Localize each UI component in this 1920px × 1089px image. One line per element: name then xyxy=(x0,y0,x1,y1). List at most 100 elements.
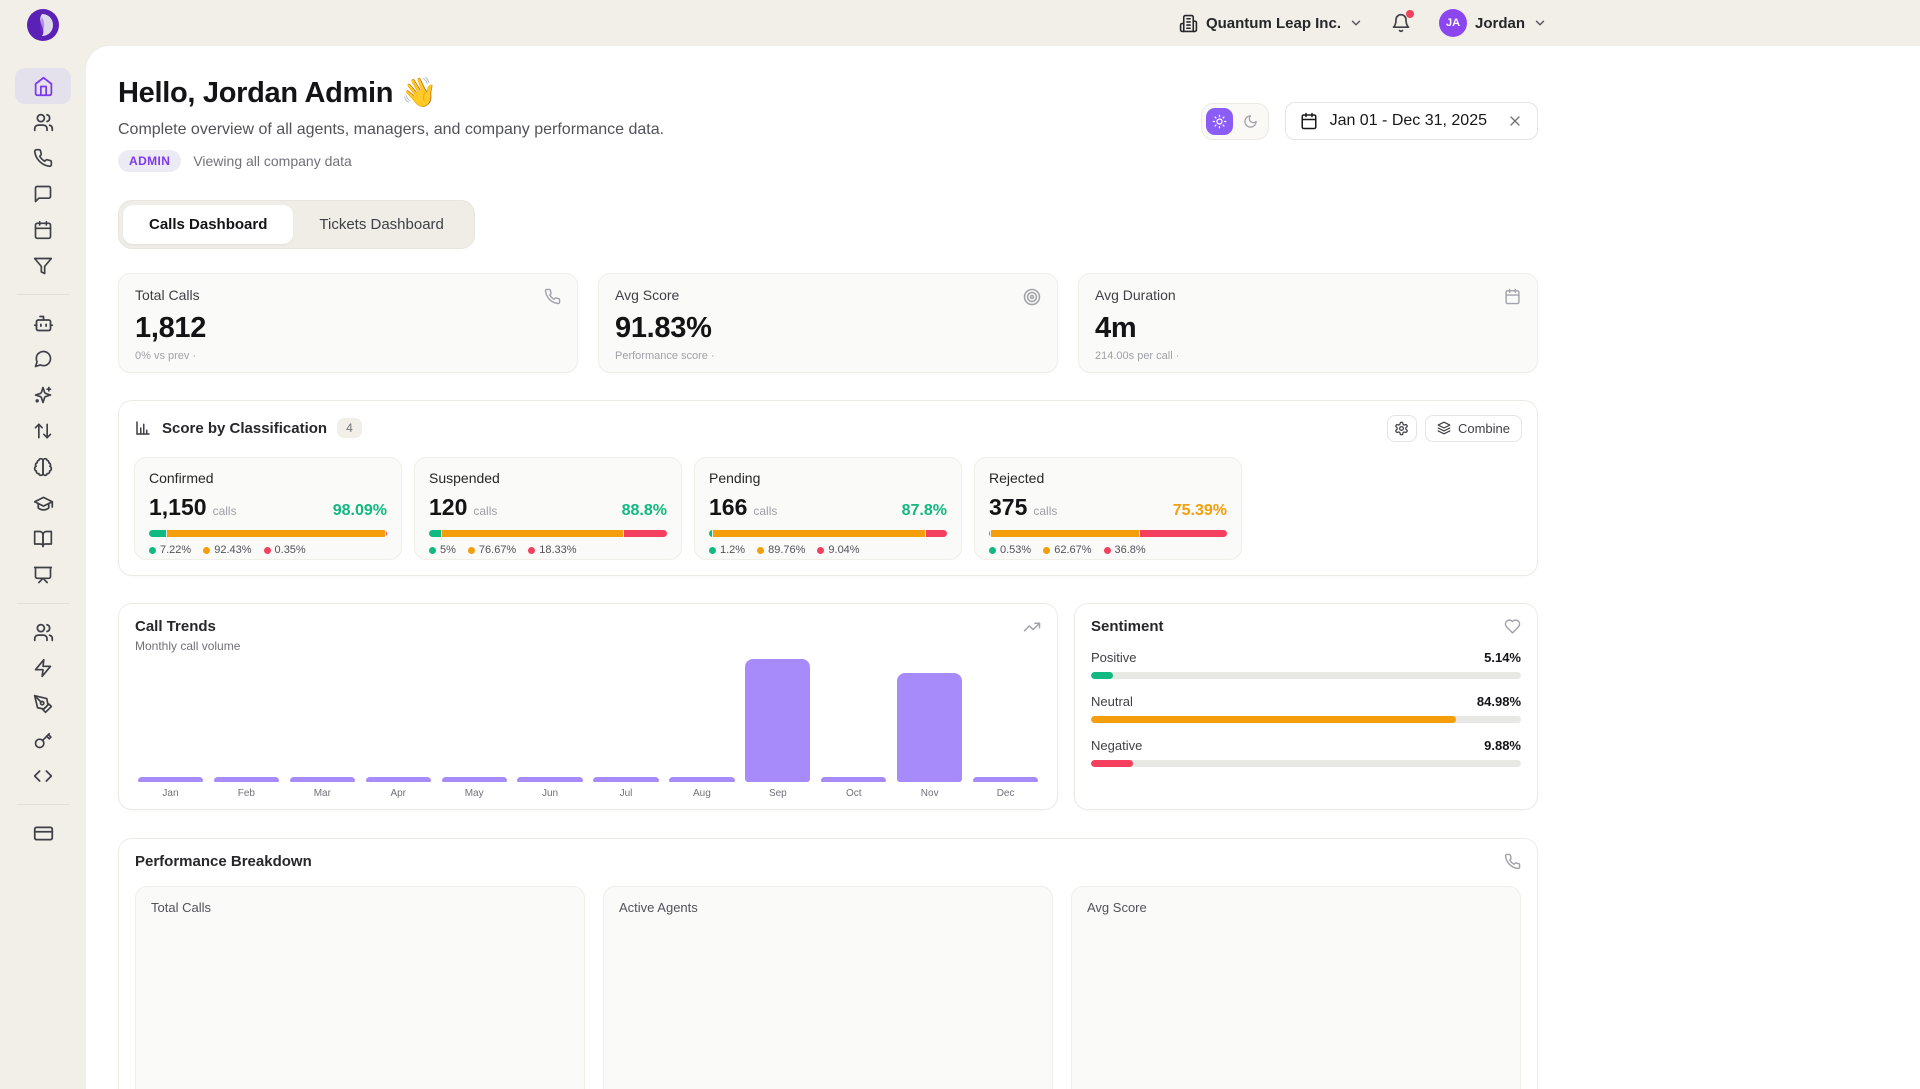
classification-bar-segment xyxy=(713,530,925,537)
topbar: Quantum Leap Inc. JA Jordan xyxy=(86,0,1920,46)
settings-button[interactable] xyxy=(1387,415,1417,442)
clear-date-button[interactable] xyxy=(1507,113,1523,129)
chart-x-label: May xyxy=(465,788,484,799)
chart-bar-group: Jun xyxy=(515,777,586,799)
user-menu[interactable]: JA Jordan xyxy=(1439,9,1547,37)
users-icon xyxy=(33,112,54,133)
chart-bar-group: Dec xyxy=(970,777,1041,799)
sidebar-item-team[interactable] xyxy=(15,614,71,650)
stat-value: 1,812 xyxy=(135,312,561,345)
sidebar-item-users[interactable] xyxy=(15,104,71,140)
sidebar-item-training[interactable] xyxy=(15,485,71,521)
building-icon xyxy=(1179,14,1198,33)
sidebar-item-keys[interactable] xyxy=(15,722,71,758)
company-selector[interactable]: Quantum Leap Inc. xyxy=(1179,14,1363,33)
chart-title: Call Trends xyxy=(135,618,240,635)
sidebar-item-bot[interactable] xyxy=(15,305,71,341)
performance-column-avg-score: Avg Score xyxy=(1071,886,1521,1089)
classification-name: Pending xyxy=(709,470,947,486)
chart-bar xyxy=(366,777,431,782)
legend-item: 62.67% xyxy=(1043,544,1091,556)
score-by-classification-section: Score by Classification 4 Combine Confir… xyxy=(118,400,1538,576)
sentiment-label: Neutral xyxy=(1091,694,1133,709)
legend-dot xyxy=(1043,547,1050,554)
layers-icon xyxy=(1437,421,1451,435)
combine-button[interactable]: Combine xyxy=(1425,415,1522,442)
tab-calls-dashboard[interactable]: Calls Dashboard xyxy=(123,205,293,244)
stat-value: 91.83% xyxy=(615,312,1041,345)
sidebar-item-calendar[interactable] xyxy=(15,212,71,248)
sidebar-item-chat[interactable] xyxy=(15,341,71,377)
sidebar-item-transfers[interactable] xyxy=(15,413,71,449)
close-icon xyxy=(1507,113,1523,129)
sentiment-track xyxy=(1091,672,1521,679)
legend-item: 5% xyxy=(429,544,456,556)
classification-calls: 166 xyxy=(709,494,747,521)
classification-legend: 0.53%62.67%36.8% xyxy=(989,544,1227,556)
graduation-cap-icon xyxy=(33,493,54,514)
calendar-icon xyxy=(1300,112,1318,130)
sidebar-item-design[interactable] xyxy=(15,686,71,722)
classification-bar-segment xyxy=(167,530,385,537)
classification-calls-unit: calls xyxy=(753,504,777,518)
legend-item: 92.43% xyxy=(203,544,251,556)
arrow-up-down-icon xyxy=(33,421,53,441)
user-name: Jordan xyxy=(1475,15,1525,32)
sidebar-item-library[interactable] xyxy=(15,521,71,557)
main-panel: Hello, Jordan Admin 👋 Complete overview … xyxy=(86,46,1920,1089)
stat-note: Performance score · xyxy=(615,350,1041,362)
sidebar-item-insights[interactable] xyxy=(15,449,71,485)
sentiment-row-neutral: Neutral 84.98% xyxy=(1091,694,1521,723)
date-range-picker[interactable]: Jan 01 - Dec 31, 2025 xyxy=(1285,102,1538,140)
chart-bar xyxy=(442,777,507,782)
count-badge: 4 xyxy=(337,418,362,438)
legend-item: 0.53% xyxy=(989,544,1031,556)
sidebar-item-calls[interactable] xyxy=(15,140,71,176)
sidebar xyxy=(0,0,86,1089)
chart-x-label: Jun xyxy=(542,788,558,799)
stat-label: Avg Score xyxy=(615,287,1041,303)
sidebar-item-filters[interactable] xyxy=(15,248,71,284)
role-note: Viewing all company data xyxy=(193,153,352,169)
classification-bar-segment xyxy=(386,530,387,537)
chart-x-label: Oct xyxy=(846,788,862,799)
light-theme-button[interactable] xyxy=(1206,108,1233,135)
heart-icon xyxy=(1504,618,1521,635)
sidebar-item-automations[interactable] xyxy=(15,650,71,686)
sidebar-item-presentations[interactable] xyxy=(15,557,71,593)
classification-name: Suspended xyxy=(429,470,667,486)
sidebar-item-messages[interactable] xyxy=(15,176,71,212)
sentiment-fill xyxy=(1091,672,1113,679)
phone-icon xyxy=(1504,853,1521,870)
sidebar-item-developer[interactable] xyxy=(15,758,71,794)
bar-chart-icon xyxy=(134,419,152,437)
classification-calls: 120 xyxy=(429,494,467,521)
classification-bar-segment xyxy=(429,530,441,537)
chart-bar xyxy=(517,777,582,782)
notifications-button[interactable] xyxy=(1391,13,1411,33)
message-square-icon xyxy=(33,184,53,204)
sidebar-item-ai[interactable] xyxy=(15,377,71,413)
legend-dot xyxy=(1104,547,1111,554)
tab-tickets-dashboard[interactable]: Tickets Dashboard xyxy=(293,205,470,244)
legend-dot xyxy=(203,547,210,554)
classification-cards: Confirmed 1,150 calls 98.09% 7.22%92.43%… xyxy=(134,457,1522,560)
classification-score: 98.09% xyxy=(333,502,387,520)
classification-score: 88.8% xyxy=(622,502,667,520)
legend-item: 1.2% xyxy=(709,544,745,556)
chart-bar xyxy=(897,673,962,782)
chart-x-label: Feb xyxy=(238,788,255,799)
dark-theme-button[interactable] xyxy=(1237,108,1264,135)
theme-toggle[interactable] xyxy=(1201,103,1269,140)
sidebar-item-billing[interactable] xyxy=(15,815,71,851)
classification-name: Confirmed xyxy=(149,470,387,486)
classification-card-pending: Pending 166 calls 87.8% 1.2%89.76%9.04% xyxy=(694,457,962,560)
sidebar-item-home[interactable] xyxy=(15,68,71,104)
home-icon xyxy=(33,76,54,97)
role-badge: ADMIN xyxy=(118,150,181,172)
chart-bar-group: May xyxy=(439,777,510,799)
classification-legend: 5%76.67%18.33% xyxy=(429,544,667,556)
phone-icon xyxy=(544,288,561,305)
zap-icon xyxy=(33,658,53,678)
chart-bar-group: Oct xyxy=(818,777,889,799)
